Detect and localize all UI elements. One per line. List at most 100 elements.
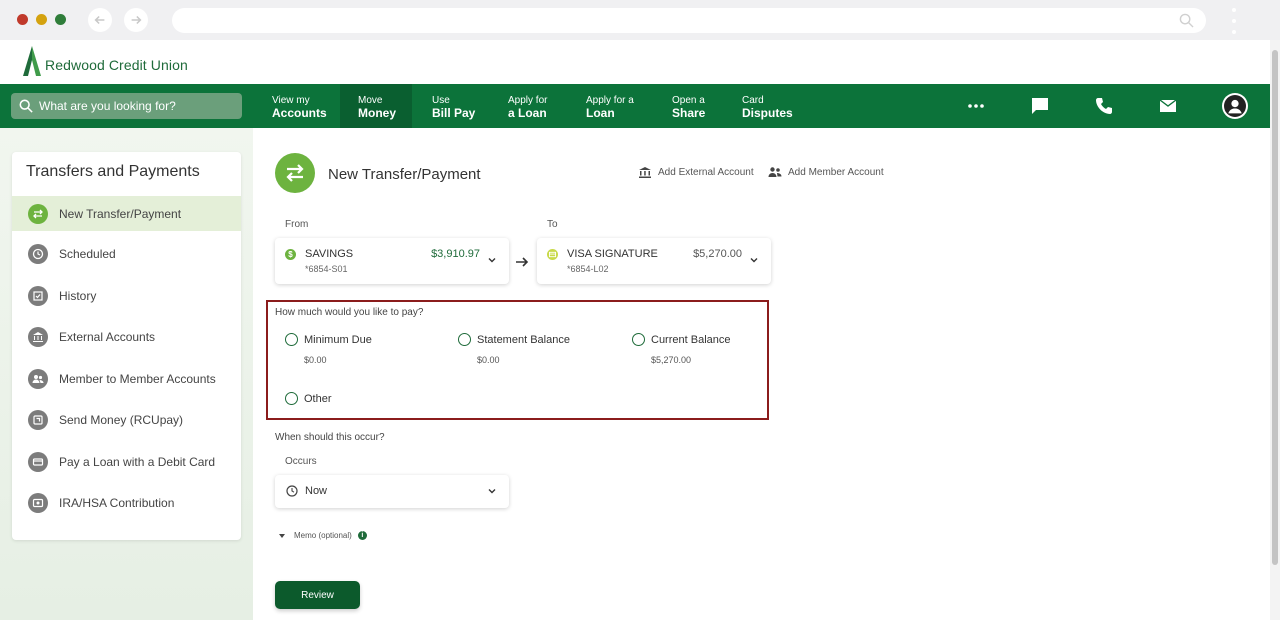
from-account-select[interactable]: $ SAVINGS *6854-S01 $3,910.97 [275,238,509,284]
sidebar-item-label: Scheduled [59,247,116,261]
sidebar-title: Transfers and Payments [26,163,200,180]
brand-logo[interactable]: Redwood Credit Union [22,46,188,78]
arrow-left-icon [94,15,105,25]
sidebar: Transfers and Payments New Transfer/Paym… [12,152,241,540]
clock-icon [28,244,48,264]
scrollbar-thumb[interactable] [1272,50,1278,565]
chevron-down-icon [750,258,758,263]
search-icon [19,99,33,113]
arrow-right-icon [131,15,142,25]
clock-icon [286,485,298,497]
mail-icon[interactable] [1158,96,1178,116]
from-account-name: SAVINGS [305,248,354,260]
add-external-account-link[interactable]: Add External Account [638,166,754,178]
arrow-right-icon [516,257,529,267]
memo-toggle[interactable]: Memo (optional) i [279,531,367,540]
members-icon [28,369,48,389]
page-scrollbar[interactable] [1270,40,1280,620]
sidebar-item-label: New Transfer/Payment [59,206,182,221]
transfer-icon [28,203,48,224]
sidebar-item-label: Pay a Loan with a Debit Card [59,455,216,469]
nav-card-disputes[interactable]: Card Disputes [742,84,793,128]
sidebar-item-scheduled[interactable]: Scheduled [12,237,241,271]
sidebar-item-label: History [59,289,97,303]
members-icon [768,167,782,177]
sidebar-item-ira-hsa[interactable]: IRA/HSA Contribution [12,486,241,520]
back-button[interactable] [88,8,112,32]
minimum-due-amount: $0.00 [304,355,327,365]
review-button[interactable]: Review [275,581,360,609]
current-balance-label[interactable]: Current Balance [651,334,731,346]
chevron-down-icon [488,258,496,263]
history-icon [28,286,48,306]
sidebar-item-send-money[interactable]: Send Money (RCUpay) [12,403,241,437]
minimum-due-label[interactable]: Minimum Due [304,334,372,346]
search-icon [1179,13,1194,28]
statement-balance-amount: $0.00 [477,355,500,365]
browser-chrome [0,0,1280,40]
occurs-label: Occurs [285,456,317,467]
from-label: From [285,219,309,230]
brand-name: Redwood Credit Union [45,57,188,73]
statement-balance-label[interactable]: Statement Balance [477,334,570,346]
card-icon [28,452,48,472]
sidebar-item-label: IRA/HSA Contribution [59,496,175,510]
current-balance-amount: $5,270.00 [651,355,692,365]
from-account-balance: $3,910.97 [431,248,480,260]
more-icon[interactable] [966,96,986,116]
chevron-down-icon [488,489,496,494]
main-navbar: What are you looking for? View my Account… [0,84,1270,128]
credit-card-icon [547,249,558,260]
bank-icon [639,167,651,178]
nav-apply-for-a-loan[interactable]: Apply for a Loan [586,84,634,128]
to-label: To [547,219,558,230]
to-account-select[interactable]: VISA SIGNATURE *6854-L02 $5,270.00 [537,238,771,284]
sidebar-item-label: Member to Member Accounts [59,372,216,386]
close-window-dot[interactable] [17,14,28,25]
sidebar-item-label: External Accounts [59,330,156,344]
pay-amount-question: How much would you like to pay? [275,307,424,318]
caret-down-icon [279,533,285,538]
occurs-select[interactable]: Now [275,475,509,508]
page-title: New Transfer/Payment [328,166,481,183]
when-question: When should this occur? [275,432,385,443]
info-icon[interactable]: i [357,531,367,540]
to-account-balance: $5,270.00 [693,248,742,260]
sidebar-item-member-accounts[interactable]: Member to Member Accounts [12,362,241,396]
from-account-number: *6854-S01 [305,264,348,274]
sidebar-item-label: Send Money (RCUpay) [59,413,184,427]
occurs-value: Now [305,485,328,497]
forward-button[interactable] [124,8,148,32]
sidebar-item-pay-loan-debit[interactable]: Pay a Loan with a Debit Card [12,445,241,479]
address-bar[interactable] [172,8,1206,33]
maximize-window-dot[interactable] [55,14,66,25]
other-amount-label[interactable]: Other [304,393,332,405]
minimize-window-dot[interactable] [36,14,47,25]
phone-icon[interactable] [1094,96,1114,116]
current-balance-radio[interactable] [632,333,645,346]
to-account-number: *6854-L02 [567,264,609,274]
nav-open-share[interactable]: Open a Share [672,84,705,128]
ira-icon [28,493,48,513]
nav-bill-pay[interactable]: Use Bill Pay [432,84,475,128]
browser-menu-icon[interactable] [1229,8,1239,34]
dollar-icon: $ [285,249,296,260]
transfer-header-icon [275,153,315,193]
sidebar-item-external-accounts[interactable]: External Accounts [12,320,241,354]
bank-icon [28,327,48,347]
nav-view-accounts[interactable]: View my Accounts [272,84,327,128]
payment-amount-highlight-box [266,300,769,420]
search-placeholder: What are you looking for? [39,99,176,113]
sidebar-item-new-transfer[interactable]: New Transfer/Payment [12,196,241,231]
profile-icon[interactable] [1222,93,1248,119]
send-money-icon [28,410,48,430]
other-amount-radio[interactable] [285,392,298,405]
statement-balance-radio[interactable] [458,333,471,346]
add-member-account-link[interactable]: Add Member Account [768,166,884,178]
chat-icon[interactable] [1030,96,1050,116]
minimum-due-radio[interactable] [285,333,298,346]
sidebar-item-history[interactable]: History [12,279,241,313]
nav-move-money[interactable]: Move Money [340,84,412,128]
site-search-input[interactable]: What are you looking for? [11,93,242,119]
nav-apply-loan[interactable]: Apply for a Loan [508,84,547,128]
